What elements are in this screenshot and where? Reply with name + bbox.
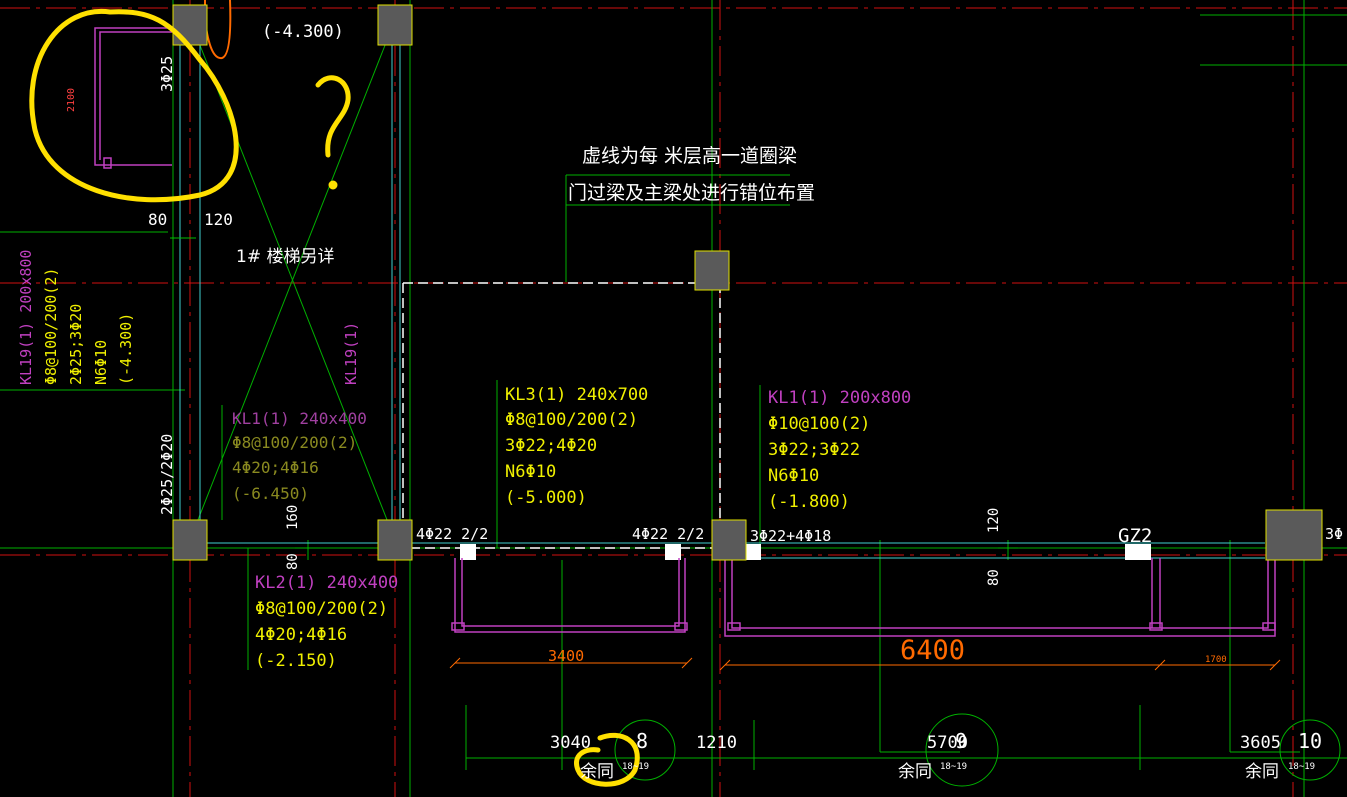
question-mark-dot — [328, 180, 338, 190]
kl1-olive-line: (-6.450) — [232, 484, 309, 503]
dim-3400: 3400 — [548, 647, 584, 665]
question-mark-stroke — [315, 75, 351, 158]
rebar-label-d: 3Φ — [1325, 525, 1343, 543]
rebar-detail — [461, 558, 680, 627]
rebar-hook — [103, 157, 112, 169]
column — [172, 4, 208, 46]
kl3-line: 3Φ22;4Φ20 — [505, 436, 597, 456]
column — [377, 4, 413, 46]
dim-80-top-label: 80 — [148, 210, 167, 229]
dim-120-right: 120 — [986, 508, 1002, 533]
dim-3040: 3040 — [550, 733, 591, 753]
dim-3605: 3605 — [1240, 733, 1281, 753]
kl2-line: KL2(1) 240x400 — [255, 573, 398, 593]
rebar-detail — [454, 558, 686, 633]
same-label-9: 余同 — [898, 762, 932, 782]
kl2-line: Φ8@100/200(2) — [255, 599, 388, 619]
kl1-right-line: 3Φ22;3Φ22 — [768, 440, 860, 460]
cad-drawing-canvas[interactable]: (-4.300) 3Φ25 2100 80 120 虚线为每 米层高一道圈梁 门… — [0, 0, 1347, 797]
sub-label-8: 18~19 — [622, 762, 649, 772]
kl1-olive-line: KL1(1) 240x400 — [232, 409, 367, 428]
column — [172, 519, 208, 561]
axis-label-10: 10 — [1298, 729, 1322, 753]
column — [711, 519, 747, 561]
rebar-detail — [731, 558, 1269, 629]
axis-lines — [0, 0, 1347, 797]
same-label-10: 余同 — [1245, 762, 1279, 782]
rebar-label-b: 4Φ22 2/2 — [632, 525, 704, 543]
axis-label-9: 9 — [955, 729, 967, 753]
column — [377, 519, 413, 561]
green-lines — [0, 0, 1347, 797]
kl1-olive-label: KL1(1) 240x400 Φ8@100/200(2) 4Φ20;4Φ16 (… — [232, 409, 367, 503]
column — [694, 250, 730, 291]
dim-2100-label: 2100 — [66, 88, 77, 112]
kl19-line: (-4.300) — [117, 313, 135, 385]
orange-dims — [204, 0, 1281, 671]
rebar-detail — [99, 31, 172, 160]
kl1-olive-line: Φ8@100/200(2) — [232, 433, 357, 452]
rebar-3phi25-label: 3Φ25 — [158, 56, 176, 92]
same-label-8: 余同 — [580, 762, 614, 782]
dim-160: 160 — [285, 505, 301, 530]
kl19-mid-label: KL19(1) — [342, 322, 360, 385]
sub-label-10: 18~19 — [1288, 762, 1315, 772]
kl3-line: Φ8@100/200(2) — [505, 410, 638, 430]
rebar-detail — [94, 27, 172, 166]
rebar-label-a: 4Φ22 2/2 — [416, 525, 488, 543]
kl1-right-line: (-1.800) — [768, 492, 850, 512]
kl3-label: KL3(1) 240x700 Φ8@100/200(2) 3Φ22;4Φ20 N… — [505, 385, 648, 508]
drawing-svg: (-4.300) 3Φ25 2100 80 120 虚线为每 米层高一道圈梁 门… — [0, 0, 1347, 797]
kl1-right-line: N6Φ10 — [768, 466, 819, 486]
rebar-2phi25-label: 2Φ25/2Φ20 — [158, 434, 176, 515]
kl3-line: (-5.000) — [505, 488, 587, 508]
lintel-block — [460, 544, 476, 560]
kl19-left-label: KL19(1) 200x800 Φ8@100/200(2) 2Φ25;3Φ20 … — [17, 250, 135, 385]
kl1-right-line: Φ10@100(2) — [768, 414, 870, 434]
orange-circle-mark — [204, 0, 232, 60]
kl1-right-label: KL1(1) 200x800 Φ10@100(2) 3Φ22;3Φ22 N6Φ1… — [768, 388, 911, 512]
kl1-right-line: KL1(1) 200x800 — [768, 388, 911, 408]
lintel-block — [665, 544, 681, 560]
note-line1: 虚线为每 米层高一道圈梁 — [582, 145, 797, 167]
kl19-line: 2Φ25;3Φ20 — [67, 304, 85, 385]
column — [1265, 509, 1323, 561]
rebar-hook — [1262, 622, 1276, 631]
kl19-line: Φ8@100/200(2) — [42, 268, 60, 385]
dim-80-right: 80 — [986, 569, 1002, 586]
elevation-top-label: (-4.300) — [262, 22, 344, 42]
kl19-line: N6Φ10 — [92, 340, 110, 385]
kl2-label: KL2(1) 240x400 Φ8@100/200(2) 4Φ20;4Φ16 (… — [255, 573, 398, 671]
note-line2: 门过梁及主梁处进行错位布置 — [568, 182, 815, 204]
dim-1700: 1700 — [1205, 655, 1227, 665]
dim-80-mid: 80 — [285, 553, 301, 570]
axis-label-8: 8 — [636, 729, 648, 753]
kl3-line: N6Φ10 — [505, 462, 556, 482]
lintel-block — [745, 544, 761, 560]
kl2-line: (-2.150) — [255, 651, 337, 671]
rebar-label-c: 3Φ22+4Φ18 — [750, 527, 831, 545]
gz2-label: GZ2 — [1118, 525, 1152, 547]
kl1-olive-line: 4Φ20;4Φ16 — [232, 458, 319, 477]
dim-1210: 1210 — [696, 733, 737, 753]
sub-label-9: 18~19 — [940, 762, 967, 772]
kl19-line: KL19(1) 200x800 — [17, 250, 35, 385]
kl3-line: KL3(1) 240x700 — [505, 385, 648, 405]
stair-note: 1# 楼梯另详 — [236, 247, 334, 267]
dim-120-top-label: 120 — [204, 210, 233, 229]
kl2-line: 4Φ20;4Φ16 — [255, 625, 347, 645]
dim-6400: 6400 — [900, 635, 965, 666]
rebar-hook — [727, 622, 741, 631]
